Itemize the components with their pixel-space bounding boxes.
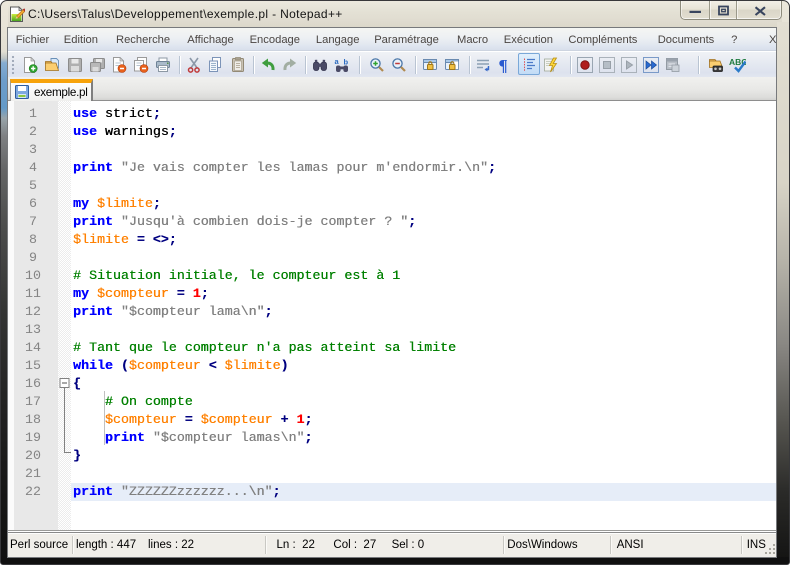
svg-text:a: a [335,57,340,66]
svg-text:b: b [344,58,349,67]
svg-text:¶: ¶ [499,57,508,73]
